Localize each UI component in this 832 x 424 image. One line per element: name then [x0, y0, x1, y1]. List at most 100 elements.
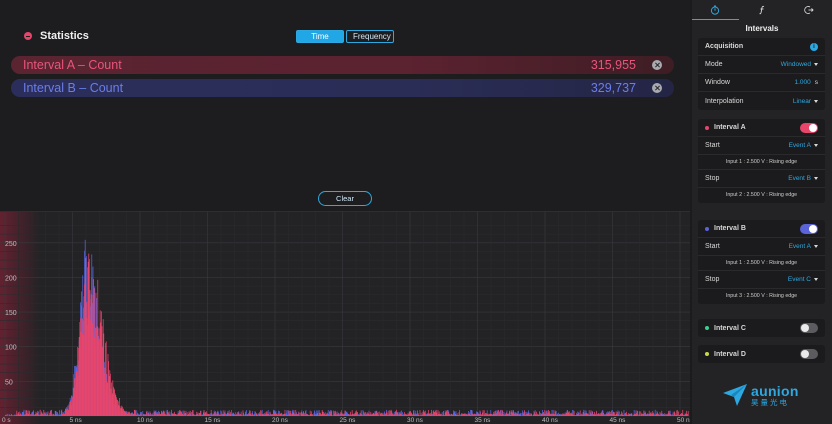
sidebar-title: Intervals: [745, 24, 779, 33]
tab-time[interactable]: Time: [296, 30, 344, 43]
interpolation-label: Interpolation: [705, 97, 744, 105]
histogram-bar: [176, 414, 177, 416]
histogram-bar: [609, 411, 610, 416]
mode-select[interactable]: Windowed: [781, 61, 818, 68]
close-icon[interactable]: [652, 60, 662, 70]
histogram-bar: [377, 412, 379, 416]
histogram-bar: [591, 411, 593, 416]
clear-button[interactable]: Clear: [318, 191, 372, 206]
histogram-bar: [539, 411, 540, 416]
histogram-bar: [245, 414, 247, 416]
histogram-bar: [579, 410, 581, 416]
y-tick-label: 150: [5, 310, 17, 317]
histogram-bar: [448, 411, 450, 416]
histogram-bar: [596, 410, 597, 416]
x-axis-ticks: 0 s 5 ns 10 ns 15 ns 20 ns 25 ns 30 ns 35 ns 40 …: [2, 417, 690, 424]
interpolation-value: Linear: [792, 97, 811, 105]
chevron-down-icon: [814, 144, 818, 147]
interval-b-toggle[interactable]: [800, 223, 818, 234]
histogram-plot[interactable]: 250 200 150 100 50 0 s 5 ns 10 ns 15 ns 20 ns 25 …: [0, 211, 690, 424]
acquisition-card: Acquisition i Mode Windowed Window 1.000…: [698, 38, 825, 110]
histogram-bar: [339, 414, 340, 416]
histogram-bar: [503, 414, 505, 416]
interval-d-toggle[interactable]: [800, 349, 818, 359]
interpolation-select[interactable]: Linear: [793, 98, 818, 105]
stat-value: 315,955: [590, 58, 636, 72]
stop-label: Stop: [705, 175, 720, 182]
interval-a-title: Interval A: [714, 124, 746, 131]
chevron-down-icon: [814, 278, 818, 281]
histogram-bar: [42, 413, 43, 416]
histogram-bar: [378, 411, 380, 416]
start-description: Input 1 : 2.500 V : Rising edge: [698, 256, 825, 271]
interval-b-start-row[interactable]: Start Event A: [698, 238, 825, 256]
interval-c-toggle[interactable]: [800, 323, 818, 333]
tab-export[interactable]: [785, 0, 832, 20]
close-icon[interactable]: [652, 83, 662, 93]
collapse-icon[interactable]: [24, 32, 32, 40]
histogram-bar: [414, 414, 415, 416]
histogram-bar: [498, 414, 500, 416]
start-select[interactable]: Event A: [789, 243, 818, 250]
histogram-bar: [298, 412, 300, 416]
histogram-bar: [510, 415, 511, 416]
x-tick-label: 20 ns: [272, 417, 289, 424]
histogram-bar: [284, 409, 286, 416]
histogram-bar: [211, 414, 213, 416]
stat-label: Interval B – Count: [23, 81, 124, 95]
start-value: Event A: [788, 243, 811, 250]
histogram-bar: [395, 411, 396, 416]
histogram-bar: [185, 410, 187, 416]
histogram-bar: [425, 414, 426, 416]
histogram-bar: [520, 414, 522, 416]
window-input[interactable]: 1.000 s: [794, 79, 818, 86]
window-label: Window: [705, 79, 730, 86]
histogram-bar: [198, 412, 200, 416]
mode-row[interactable]: Mode Windowed: [698, 56, 825, 74]
stop-description: Input 3 : 2.500 V : Rising edge: [725, 293, 798, 299]
stop-description: Input 2 : 2.500 V : Rising edge: [725, 192, 798, 198]
info-icon[interactable]: i: [810, 42, 818, 51]
export-icon: [803, 6, 814, 14]
window-row: Window 1.000 s: [698, 74, 825, 92]
interval-a-start-row[interactable]: Start Event A: [698, 137, 825, 155]
histogram-bar: [542, 413, 543, 416]
histogram-bar: [670, 415, 672, 416]
tab-functions[interactable]: [739, 0, 786, 20]
histogram-bar: [647, 414, 649, 416]
histogram-bar: [197, 412, 199, 416]
histogram-bar: [315, 415, 316, 416]
stopwatch-icon: [711, 5, 720, 15]
histogram-bar: [618, 412, 620, 416]
stop-select[interactable]: Event C: [788, 276, 818, 283]
start-select[interactable]: Event A: [789, 142, 818, 149]
acquisition-header: Acquisition i: [698, 38, 825, 56]
histogram-bar: [682, 409, 684, 416]
histogram-bar: [135, 410, 136, 416]
histogram-bar: [636, 413, 637, 416]
stop-label: Stop: [705, 276, 720, 283]
x-tick-label: 35 ns: [475, 417, 492, 424]
histogram-bar: [495, 413, 496, 416]
interval-a-stop-row[interactable]: Stop Event B: [698, 170, 825, 188]
histogram-bar: [183, 410, 185, 416]
tab-frequency[interactable]: Frequency: [346, 30, 394, 43]
histogram-bar: [231, 414, 233, 416]
interval-a-card: Interval A Start Event A Input 1 : 2.500…: [698, 119, 825, 203]
histogram-bar: [345, 413, 346, 416]
stat-row-interval-b: Interval B – Count 329,737: [11, 79, 674, 97]
interval-c-title: Interval C: [714, 324, 746, 332]
histogram-bar: [513, 410, 514, 416]
interval-a-toggle[interactable]: [800, 122, 818, 133]
interval-b-stop-row[interactable]: Stop Event C: [698, 271, 825, 289]
tab-intervals[interactable]: [692, 0, 739, 20]
interpolation-row[interactable]: Interpolation Linear: [698, 92, 825, 110]
histogram-bar: [419, 410, 421, 416]
histogram-bar: [450, 415, 451, 416]
y-tick-label: 200: [5, 275, 17, 282]
chevron-down-icon: [814, 63, 818, 66]
histogram-bar: [57, 412, 58, 416]
histogram-bar: [637, 414, 639, 416]
histogram-bar: [6, 413, 8, 416]
stop-select[interactable]: Event B: [788, 175, 818, 182]
